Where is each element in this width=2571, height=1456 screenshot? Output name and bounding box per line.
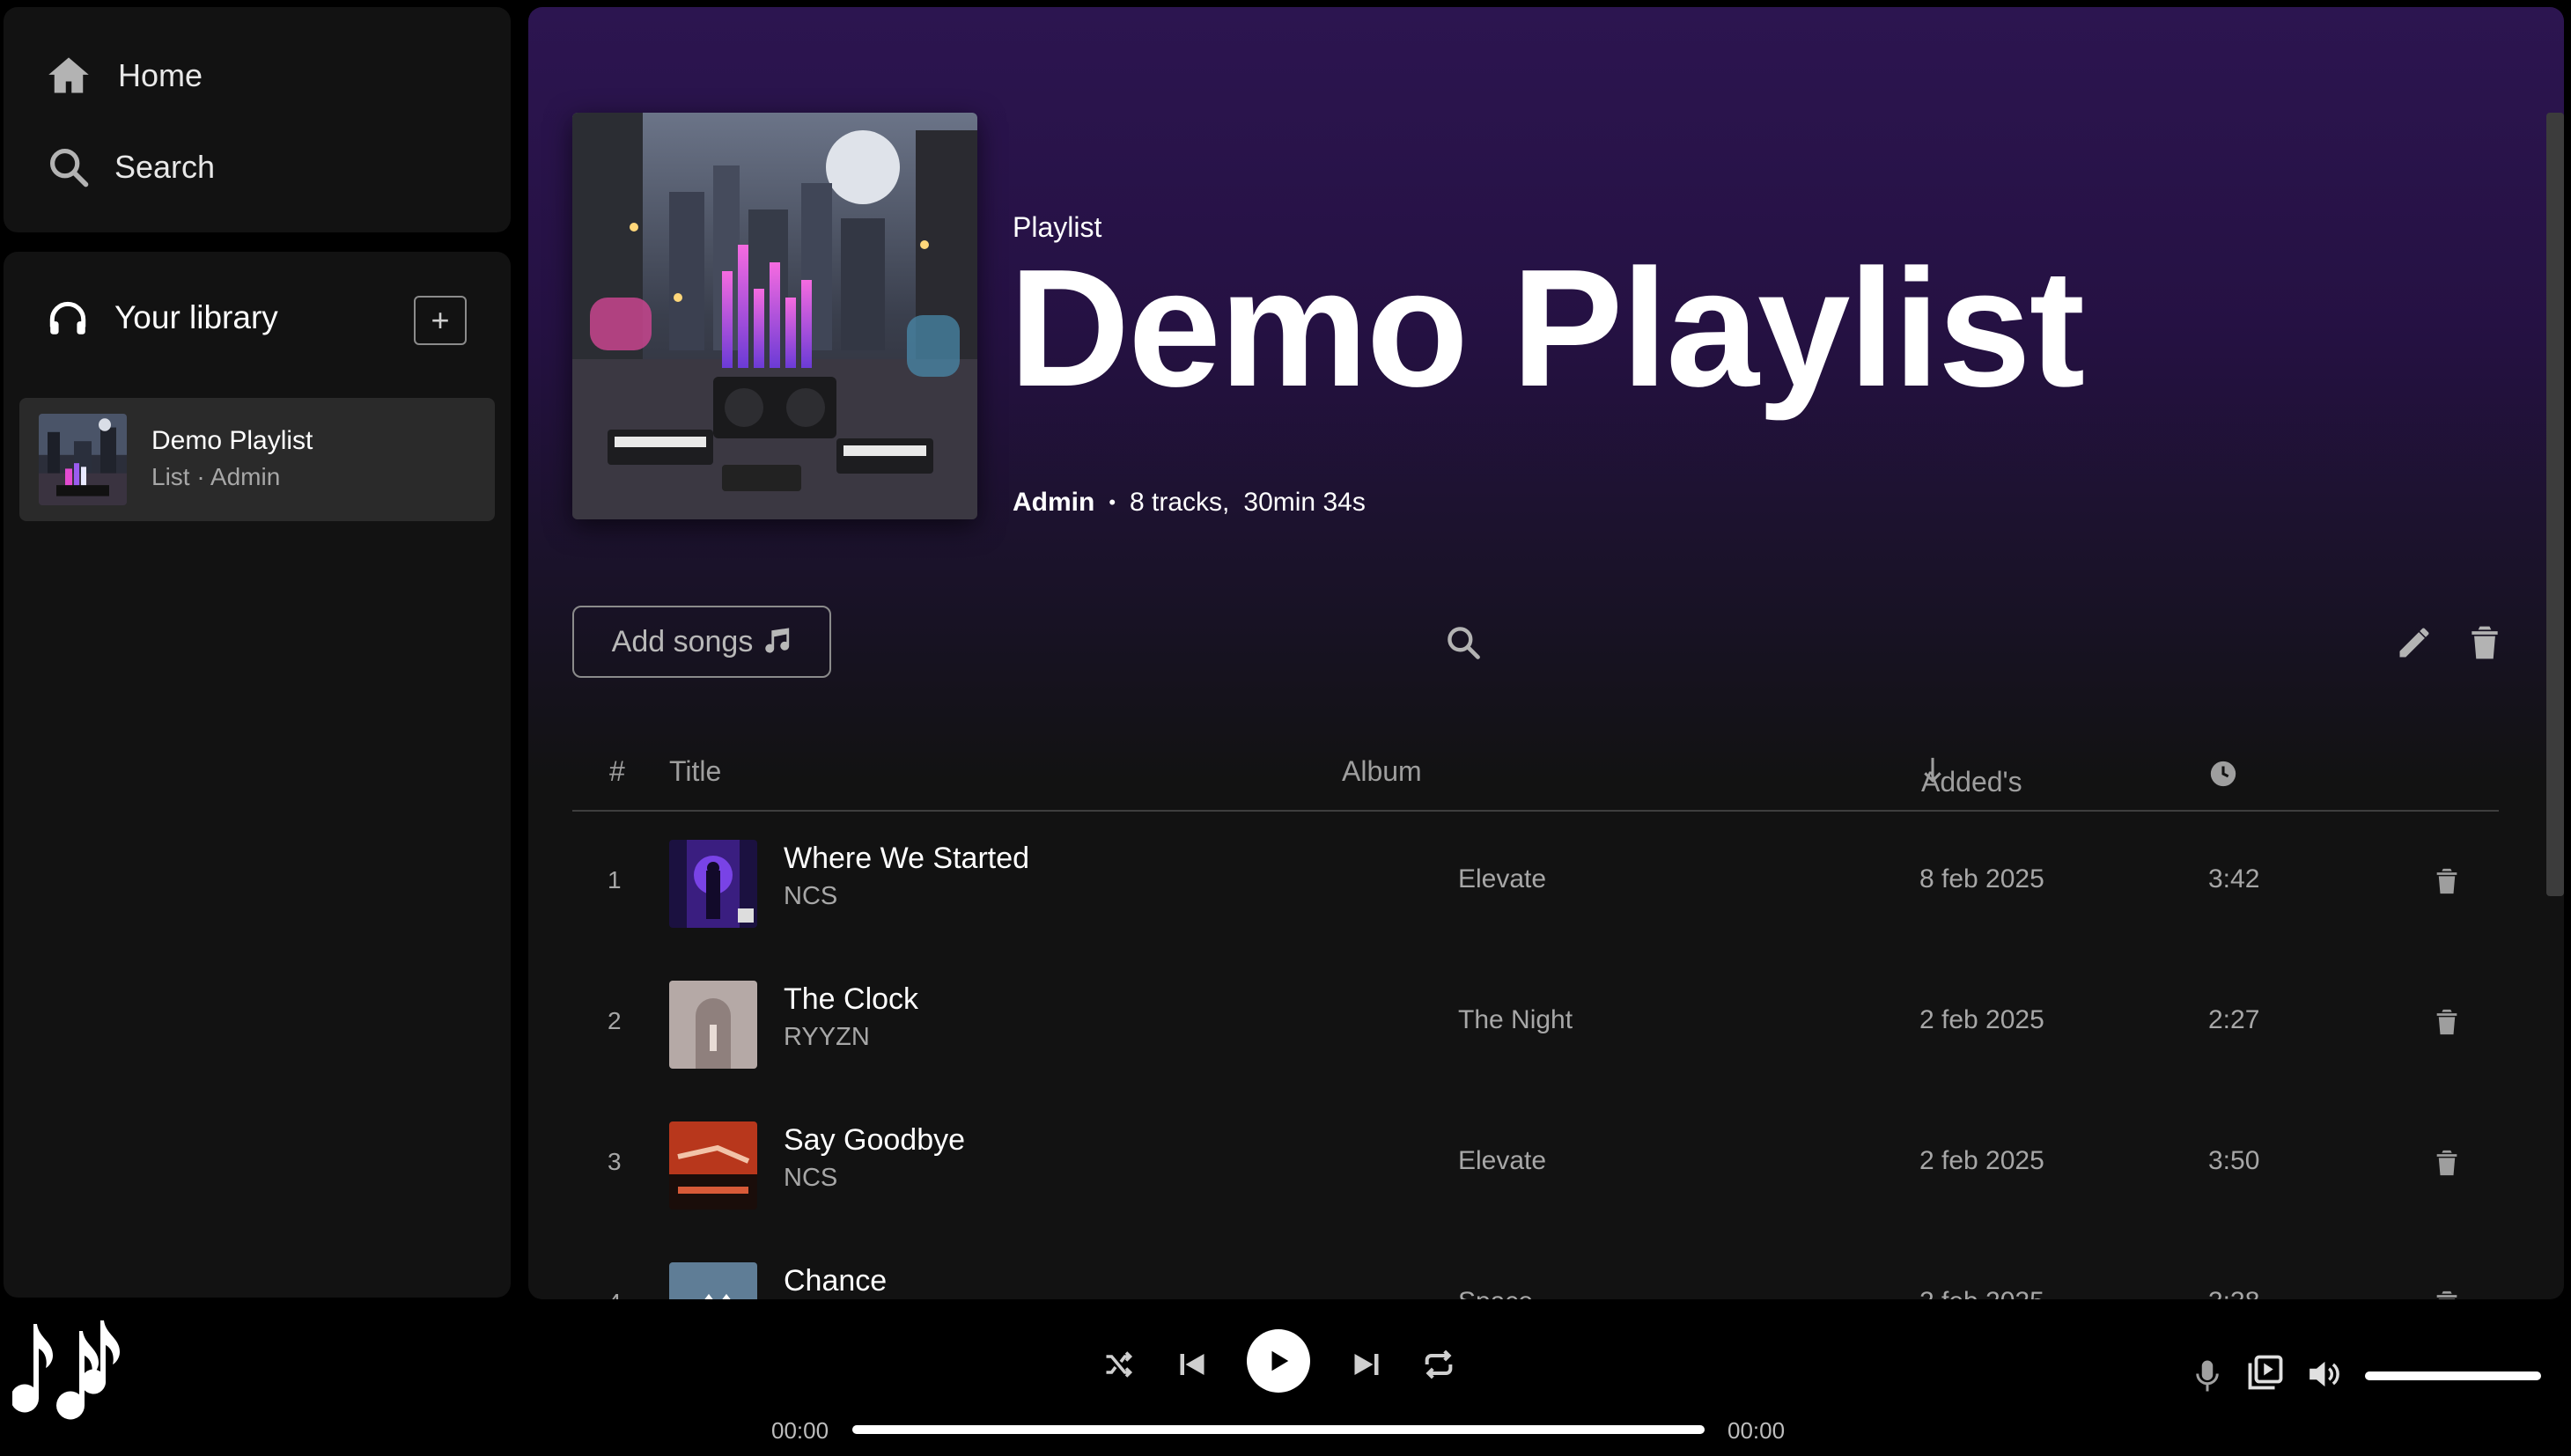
play-button[interactable]	[1247, 1329, 1310, 1393]
track-title: Say Goodbye	[784, 1123, 966, 1157]
trash-icon[interactable]	[2432, 1287, 2462, 1299]
nav-home[interactable]: Home	[46, 53, 203, 99]
library-item[interactable]: Demo Playlist List · Admin	[19, 398, 495, 521]
page-title: Demo Playlist	[1009, 235, 2085, 422]
music-note-icon	[765, 628, 790, 653]
home-icon	[48, 57, 89, 93]
track-duration: 3:38	[2208, 1287, 2259, 1299]
track-album: Space	[1458, 1287, 1533, 1299]
progress-fill	[852, 1425, 1705, 1434]
current-time: 00:00	[771, 1417, 829, 1444]
trash-icon[interactable]	[2432, 1146, 2462, 1180]
col-duration	[2208, 759, 2238, 796]
track-album: Elevate	[1458, 864, 1547, 893]
clock-icon	[2210, 761, 2236, 787]
col-added[interactable]: Added's	[1921, 755, 2022, 798]
volume-fill	[2365, 1371, 2541, 1380]
next-icon[interactable]	[1351, 1349, 1382, 1380]
music-notes-logo	[12, 1320, 120, 1420]
track-added-date: 2 feb 2025	[1919, 1005, 2044, 1034]
track-number: 4	[608, 1289, 622, 1299]
track-art	[669, 981, 757, 1069]
track-number: 1	[608, 866, 622, 893]
track-count: 8 tracks,	[1130, 488, 1230, 517]
progress-bar[interactable]	[852, 1425, 1705, 1434]
edit-playlist-button[interactable]	[2395, 623, 2434, 662]
track-art	[669, 1121, 757, 1210]
library-panel: Your library + Demo Playlist List · Admi…	[4, 252, 511, 1298]
previous-icon[interactable]	[1176, 1349, 1208, 1380]
library-item-name: Demo Playlist	[151, 426, 313, 455]
volume-icon[interactable]	[2307, 1357, 2346, 1391]
track-added-date: 2 feb 2025	[1919, 1146, 2044, 1175]
trash-icon	[2472, 626, 2498, 659]
track-duration: 2:27	[2208, 1005, 2260, 1034]
main-panel: Playlist Demo Playlist Admin • 8 tracks,…	[528, 7, 2564, 1299]
queue-icon[interactable]	[2247, 1354, 2284, 1391]
track-added-date: 8 feb 2025	[1919, 864, 2044, 893]
repeat-icon[interactable]	[1421, 1347, 1456, 1382]
col-num: #	[609, 755, 625, 787]
track-artist: NCS	[784, 882, 838, 910]
col-title: Title	[669, 755, 722, 787]
library-header[interactable]: Your library	[46, 296, 278, 340]
col-album: Album	[1342, 755, 1422, 787]
trash-icon[interactable]	[2432, 864, 2462, 898]
library-title: Your library	[114, 299, 278, 335]
nav-home-label: Home	[118, 57, 203, 93]
headphones-icon	[49, 301, 86, 335]
player-bar: 00:00 00:00	[0, 1299, 2571, 1456]
playlist-cover	[572, 113, 977, 519]
add-playlist-button[interactable]: +	[414, 296, 467, 345]
library-item-subtitle: List · Admin	[151, 463, 281, 490]
volume-slider[interactable]	[2365, 1371, 2541, 1380]
pencil-icon	[2399, 628, 2429, 658]
table-row[interactable]: 4 Chance Space 2 feb 2025 3:38	[572, 1234, 2499, 1299]
add-songs-label: Add songs	[611, 624, 754, 658]
table-header: # Title Album Added's	[572, 745, 2499, 812]
track-artist: RYYZN	[784, 1023, 870, 1051]
nav-search[interactable]: Search	[46, 144, 215, 190]
search-icon	[49, 148, 89, 188]
track-album: The Night	[1458, 1005, 1573, 1034]
track-duration: 3:42	[2208, 864, 2260, 893]
table-row[interactable]: 2 The Clock RYYZN The Night 2 feb 2025 2…	[572, 952, 2499, 1093]
track-added-date: 2 feb 2025	[1919, 1287, 2044, 1299]
table-row[interactable]: 3 Say Goodbye NCS Elevate 2 feb 2025 3:5…	[572, 1093, 2499, 1234]
add-songs-button[interactable]: Add songs	[572, 606, 831, 678]
playlist-search-button[interactable]	[1444, 623, 1483, 662]
track-title: Where We Started	[784, 842, 1030, 875]
track-artist: NCS	[784, 1164, 838, 1192]
track-title: The Clock	[784, 982, 919, 1016]
col-added-label: Added's	[1921, 766, 2022, 798]
microphone-icon[interactable]	[2194, 1357, 2221, 1394]
play-icon	[1271, 1350, 1289, 1371]
playlist-meta: Admin • 8 tracks, 30min 34s	[1013, 488, 1366, 518]
trash-icon[interactable]	[2432, 1005, 2462, 1039]
main-scrollbar[interactable]	[2546, 113, 2564, 896]
track-art	[669, 840, 757, 928]
track-album: Elevate	[1458, 1146, 1547, 1175]
track-title: Chance	[784, 1264, 888, 1298]
track-number: 2	[608, 1007, 622, 1034]
track-art	[669, 1262, 757, 1299]
table-row[interactable]: 1 Where We Started NCS Elevate 8 feb 202…	[572, 812, 2499, 952]
playlist-owner[interactable]: Admin	[1013, 488, 1094, 518]
search-icon	[1448, 627, 1480, 659]
track-number: 3	[608, 1148, 622, 1175]
nav-search-label: Search	[114, 149, 216, 185]
meta-separator: •	[1109, 491, 1116, 513]
shuffle-icon[interactable]	[1101, 1349, 1136, 1380]
delete-playlist-button[interactable]	[2465, 623, 2504, 662]
playlist-thumbnail	[39, 414, 127, 505]
total-duration: 30min 34s	[1243, 488, 1366, 517]
nav-panel: Home Search	[4, 7, 511, 232]
track-duration: 3:50	[2208, 1146, 2260, 1175]
total-time: 00:00	[1728, 1417, 1786, 1444]
